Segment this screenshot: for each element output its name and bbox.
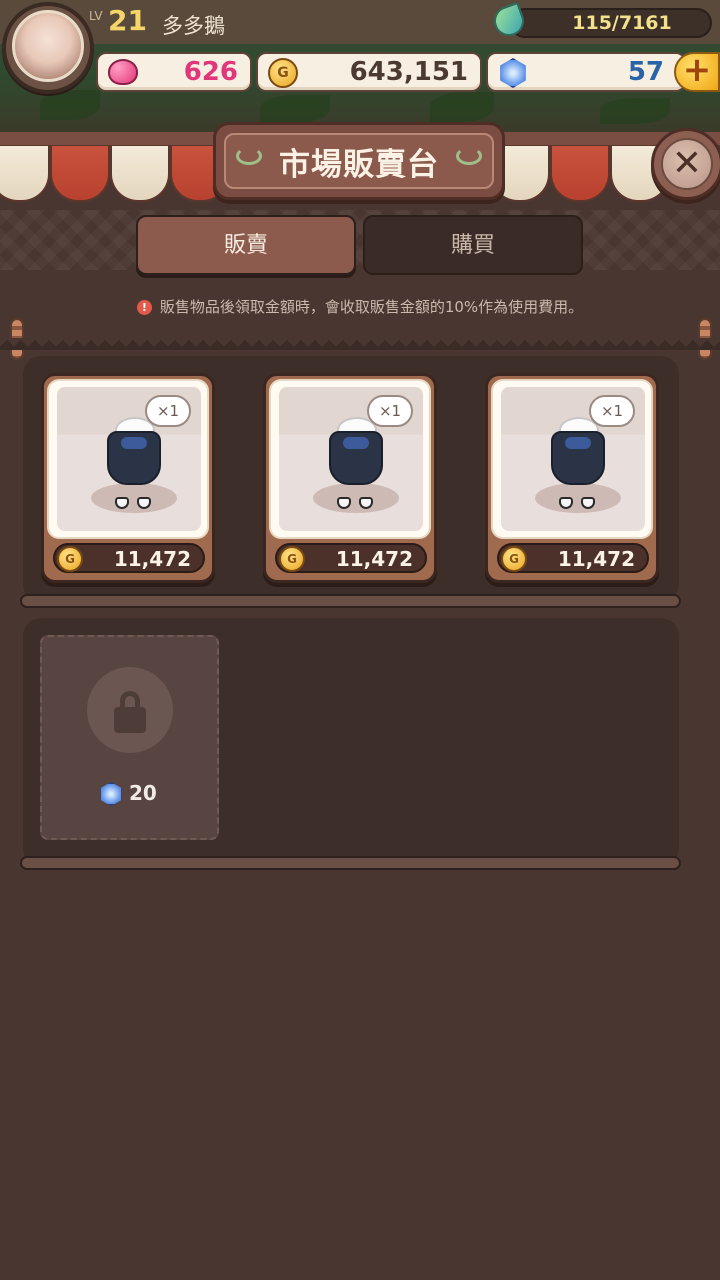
unlock-cost: 20 [129,781,157,805]
price-value: 11,472 [113,547,191,571]
page-title: 市場販賣台 [279,147,439,183]
awning-stripe [110,146,170,202]
tab-buy[interactable]: 購買 [363,215,583,275]
coin-icon: G [279,546,305,572]
item-frame: ×1 [47,379,209,539]
player-name: 多多鵝 [162,14,225,38]
warning-icon: ! [136,300,152,315]
gems-value: 57 [627,57,664,87]
item-shadow [91,483,177,513]
coin-icon: G [501,546,527,572]
level-label: LV [89,9,103,23]
shelf-plank [20,856,681,870]
item-frame: ×1 [269,379,431,539]
price-tag: G 11,472 [53,543,205,573]
price-value: 11,472 [335,547,413,571]
energy-bar[interactable]: 115/7161 [510,8,712,38]
price-value: 11,472 [557,547,635,571]
quantity-badge: ×1 [145,395,191,427]
lock-icon [87,667,173,753]
locked-slot[interactable]: 20 [40,635,219,840]
energy-value: 115/7161 [572,12,672,34]
outfit-bow [121,437,147,449]
item-shadow [313,483,399,513]
shelf-plank [20,594,681,608]
lock-body [114,707,146,733]
level-number: 21 [108,4,147,37]
gem-icon [100,782,122,806]
zigzag-border [0,338,720,350]
quantity-badge: ×1 [367,395,413,427]
awning-stripe [0,146,50,202]
gems-counter[interactable]: 57 [486,52,686,92]
sale-item-card[interactable]: ×1 G 11,472 [263,373,437,583]
coin-icon: G [57,546,83,572]
outfit-bow [565,437,591,449]
coins-value: 643,151 [349,57,468,87]
fee-notice-text: 販售物品後領取金額時，會收取販售金額的10%作為使用費用。 [159,298,584,316]
fee-notice: ! 販售物品後領取金額時，會收取販售金額的10%作為使用費用。 [0,296,720,317]
item-frame: ×1 [491,379,653,539]
item-shadow [535,483,621,513]
hearts-value: 626 [183,57,238,87]
awning-stripe [50,146,110,202]
price-tag: G 11,472 [497,543,649,573]
hearts-counter[interactable]: 626 [96,52,252,92]
sale-item-card[interactable]: ×1 G 11,472 [485,373,659,583]
coin-icon: G [268,58,298,88]
awning-stripe [550,146,610,202]
close-icon: ✕ [661,138,713,190]
leaf-decoration [260,95,330,123]
quantity-badge: ×1 [589,395,635,427]
add-gems-button[interactable]: + [674,52,720,92]
avatar[interactable] [12,10,84,82]
pattern-decoration [0,210,720,270]
leaf-decoration [40,90,100,120]
coins-counter[interactable]: G 643,151 [256,52,482,92]
leaf-decoration [600,98,670,124]
heart-icon [108,59,138,85]
leaf-decoration [430,92,494,122]
price-tag: G 11,472 [275,543,427,573]
outfit-bow [343,437,369,449]
gem-icon [500,58,526,88]
tab-sell[interactable]: 販賣 [136,215,356,275]
sale-item-card[interactable]: ×1 G 11,472 [41,373,215,583]
close-button[interactable]: ✕ [651,128,720,200]
title-plate: 市場販賣台 [213,122,505,200]
